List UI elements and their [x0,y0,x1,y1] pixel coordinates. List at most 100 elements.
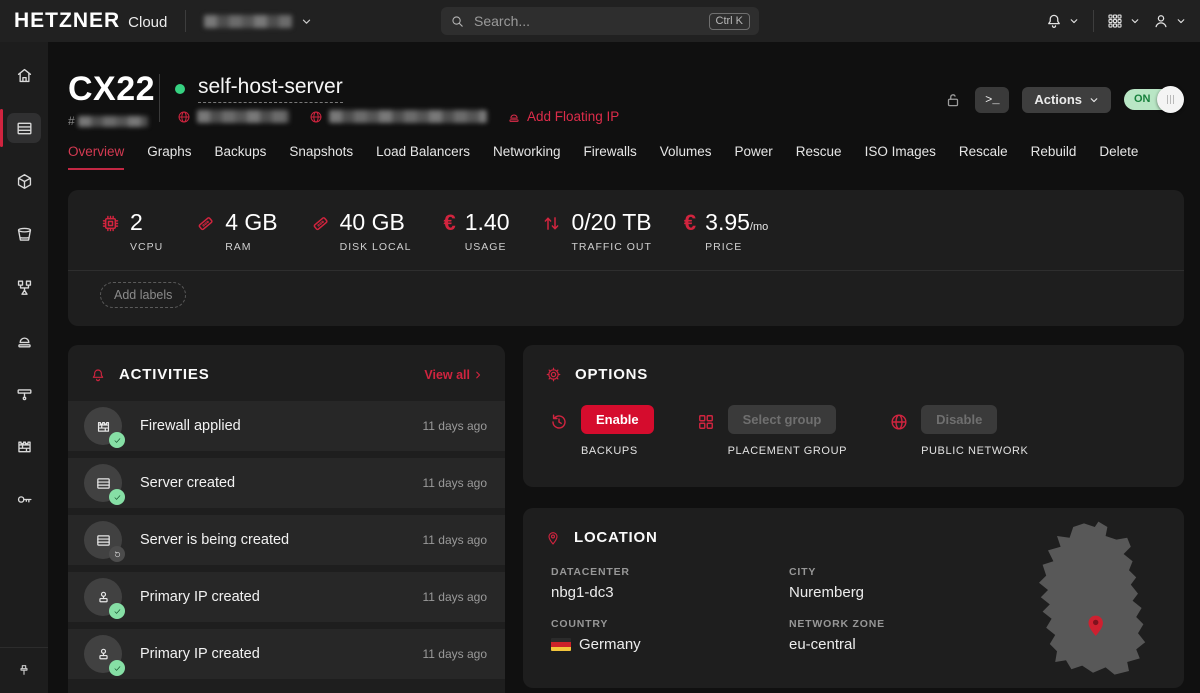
select-group-button[interactable]: Select group [728,405,837,434]
tab-rescale[interactable]: Rescale [959,144,1008,170]
bell-icon [1045,12,1063,30]
tab-power[interactable]: Power [735,144,773,170]
power-toggle-knob[interactable] [1157,86,1184,113]
stat-label: DISK LOCAL [340,241,412,253]
tab-snapshots[interactable]: Snapshots [289,144,353,170]
activity-row[interactable]: Server created 11 days ago [68,458,505,508]
globe-icon [309,110,323,124]
search-icon [450,14,465,29]
stat-label: USAGE [465,241,510,253]
country-label: COUNTRY [551,618,789,630]
bucket-icon [15,225,34,244]
stat-vcpu: 2 VCPU [100,210,163,253]
top-bar: HETZNER Cloud Ctrl K [0,0,1200,42]
search-input[interactable] [474,13,709,29]
tab-rescue[interactable]: Rescue [796,144,842,170]
location-title: LOCATION [574,529,658,546]
traffic-arrows-icon [541,213,562,253]
activity-avatar [84,578,122,616]
project-selector[interactable] [204,15,312,28]
success-check-icon [109,489,125,505]
stat-label: PRICE [705,241,768,253]
add-labels-button[interactable]: Add labels [100,282,186,308]
tab-graphs[interactable]: Graphs [147,144,191,170]
server-name[interactable]: self-host-server [198,75,343,103]
sidebar-item-images[interactable] [7,166,41,196]
activity-row[interactable]: Primary IP created 11 days ago [68,629,505,679]
activity-row[interactable]: Firewall applied 11 days ago [68,401,505,451]
sidebar-pin-toggle[interactable] [0,647,48,693]
placement-grid-icon [696,412,716,457]
view-all-link[interactable]: View all [424,368,483,382]
add-floating-ip-link[interactable]: Add Floating IP [507,109,619,124]
cpu-icon [100,213,121,253]
tab-delete[interactable]: Delete [1099,144,1138,170]
enable-backups-button[interactable]: Enable [581,405,654,434]
tab-rebuild[interactable]: Rebuild [1031,144,1077,170]
user-menu[interactable] [1152,12,1186,30]
ipv6-address[interactable] [309,110,487,124]
activities-panel: ACTIVITIES View all Firewall applied 11 … [68,345,505,693]
tab-firewalls[interactable]: Firewalls [583,144,636,170]
option-label: BACKUPS [581,445,654,457]
stat-ram: 4 GB RAM [195,210,277,253]
stat-label: RAM [225,241,277,253]
server-icon [15,119,34,138]
stat-usage: € 1.40 USAGE [443,210,509,253]
activity-time: 11 days ago [423,647,488,661]
activity-row[interactable]: Server is being created 11 days ago [68,515,505,565]
options-panel: OPTIONS Enable BACKUPS Select group PLAC… [523,345,1184,487]
firewall-icon [15,437,34,456]
sidebar-item-firewalls[interactable] [7,431,41,461]
activity-time: 11 days ago [423,419,488,433]
brand-name: HETZNER [14,9,120,33]
power-toggle[interactable]: ON [1124,86,1184,113]
success-check-icon [109,432,125,448]
sidebar-item-storage[interactable] [7,219,41,249]
sidebar-nav [0,42,48,693]
tab-backups[interactable]: Backups [215,144,267,170]
sidebar-item-networks[interactable] [7,378,41,408]
disable-public-network-button[interactable]: Disable [921,405,997,434]
map-pin-icon [545,530,561,546]
sidebar-item-home[interactable] [7,60,41,90]
apps-menu[interactable] [1106,12,1140,30]
sidebar-item-security[interactable] [7,484,41,514]
actions-label: Actions [1034,92,1082,107]
tab-volumes[interactable]: Volumes [660,144,712,170]
activity-title: Primary IP created [140,646,260,662]
tab-load-balancers[interactable]: Load Balancers [376,144,470,170]
chevron-down-icon [1130,16,1140,26]
globe-icon [889,412,909,457]
tab-iso-images[interactable]: ISO Images [865,144,936,170]
activities-title: ACTIVITIES [119,366,210,383]
globe-icon [177,110,191,124]
floating-ip-icon [15,331,34,350]
brand-logo[interactable]: HETZNER Cloud [14,9,167,33]
ipv4-address[interactable] [177,110,289,124]
pending-sync-icon [109,546,125,562]
stat-value: 0/20 TB [571,210,651,234]
topbar-actions [1045,0,1186,42]
notifications-menu[interactable] [1045,12,1079,30]
search-bar[interactable]: Ctrl K [441,7,759,35]
unlock-icon[interactable] [944,91,962,109]
topbar-divider [185,10,186,32]
activity-row[interactable]: Primary IP created 11 days ago [68,572,505,622]
euro-icon: € [443,212,455,253]
option-label: PLACEMENT GROUP [728,445,847,457]
sidebar-item-servers[interactable] [7,113,41,143]
stat-disk: 40 GB DISK LOCAL [310,210,412,253]
option-public-network: Disable PUBLIC NETWORK [889,405,1028,457]
status-dot [175,84,185,94]
ram-icon [195,213,216,253]
actions-button[interactable]: Actions [1022,87,1111,113]
sidebar-item-floating-ips[interactable] [7,325,41,355]
floating-ip-icon [507,110,521,124]
console-button[interactable]: >_ [975,87,1009,113]
server-icon [95,532,112,549]
tab-overview[interactable]: Overview [68,144,124,170]
stat-value: 1.40 [465,210,510,234]
tab-networking[interactable]: Networking [493,144,561,170]
sidebar-item-load-balancers[interactable] [7,272,41,302]
